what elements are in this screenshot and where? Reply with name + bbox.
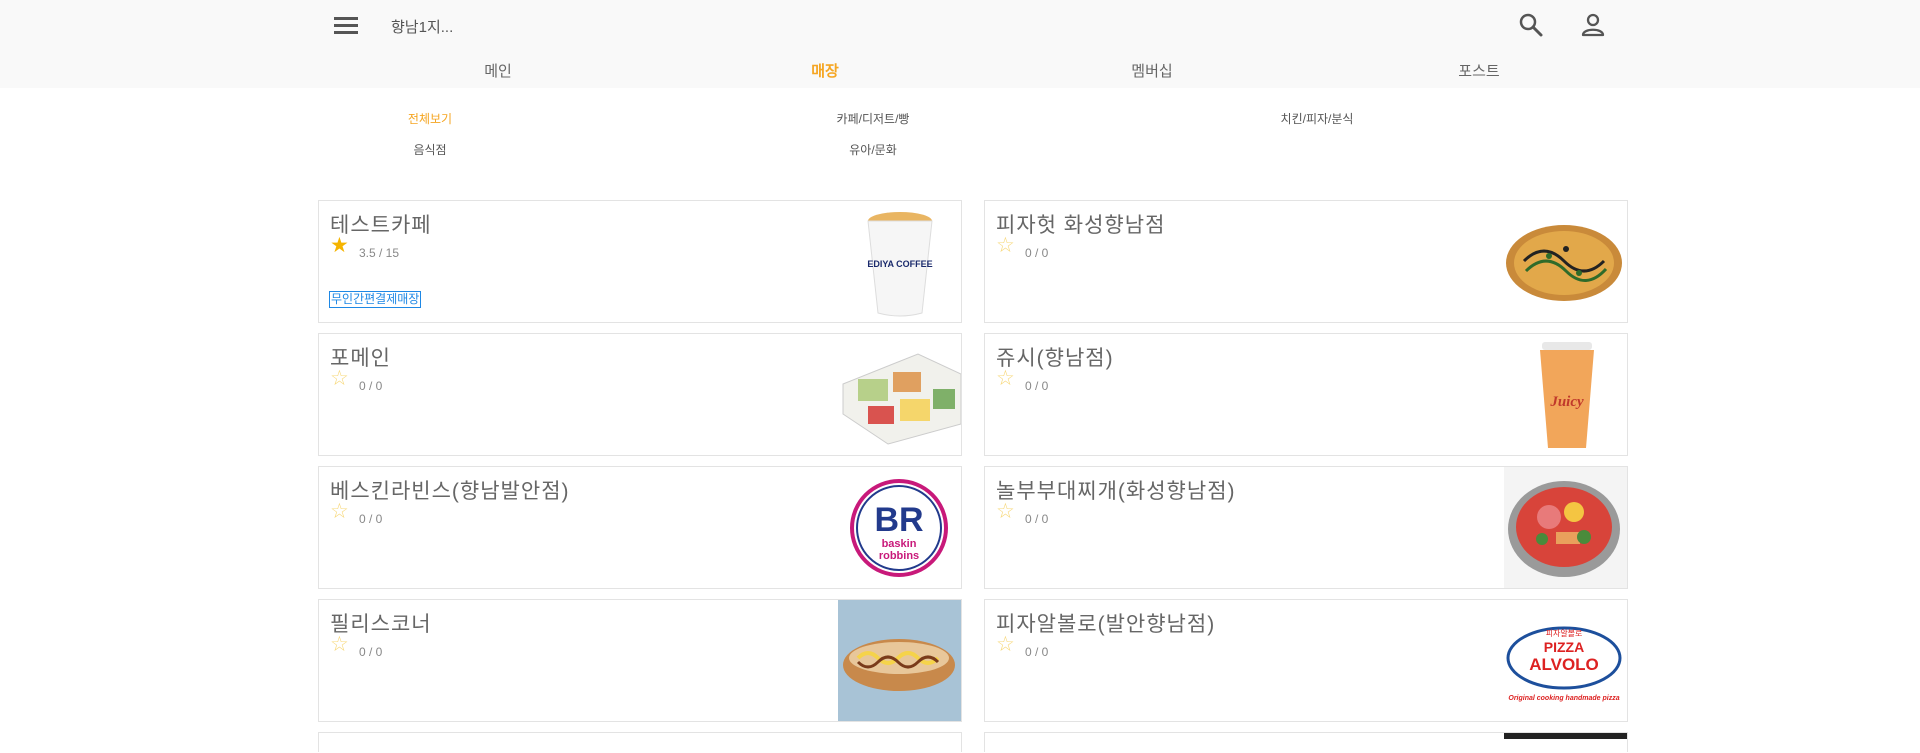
pizza-image xyxy=(1504,201,1627,322)
store-name: 베스킨라빈스(향남발안점) xyxy=(330,480,570,503)
logo-mark-text: BR xyxy=(874,501,923,539)
logo-line2-text: robbins xyxy=(879,550,919,562)
store-thumbnail xyxy=(1504,733,1627,753)
main-tabs: 메인 매장 멤버십 포스트 xyxy=(320,60,1620,88)
star-outline-icon: ☆ xyxy=(996,234,1015,257)
store-name: 피자헛 화성향남점 xyxy=(996,214,1166,237)
star-outline-icon: ☆ xyxy=(996,500,1015,523)
store-rating: 0 / 0 xyxy=(1025,512,1049,526)
food-platter-image xyxy=(838,334,961,455)
store-card[interactable]: 피자알볼로(발안향남점) ☆ 0 / 0 피자알볼로 PIZZA ALVOLO … xyxy=(984,599,1628,722)
store-card[interactable]: 쥬시(향남점) ☆ 0 / 0 Juicy xyxy=(984,333,1628,456)
star-outline-icon: ☆ xyxy=(330,500,349,523)
logo-line1-text: baskin xyxy=(882,538,917,550)
star-outline-icon: ☆ xyxy=(330,633,349,656)
account-icon[interactable] xyxy=(1578,10,1608,40)
store-name: 놀부부대찌개(화성향남점) xyxy=(996,480,1236,503)
store-card[interactable]: 포메인 ☆ 0 / 0 xyxy=(318,333,962,456)
category-filter: 전체보기 카페/디저트/빵 치킨/피자/분식 음식점 유아/문화 xyxy=(320,110,1620,170)
star-outline-icon: ☆ xyxy=(330,367,349,390)
coffee-cup-image: EDIYA COFFEE xyxy=(838,201,961,322)
store-rating: 0 / 0 xyxy=(359,512,383,526)
store-card[interactable]: 놀부부대찌개(화성향남점) ☆ 0 / 0 xyxy=(984,466,1628,589)
store-rating: 0 / 0 xyxy=(359,379,383,393)
menu-icon[interactable] xyxy=(330,12,362,40)
logo-line2-text: ALVOLO xyxy=(1529,655,1599,674)
category-restaurant[interactable]: 음식점 xyxy=(330,141,530,158)
category-all[interactable]: 전체보기 xyxy=(330,110,530,127)
category-chicken-pizza[interactable]: 치킨/피자/분식 xyxy=(1217,110,1417,127)
smoothie-cup-image: Juicy xyxy=(1504,334,1627,455)
store-rating: 0 / 0 xyxy=(1025,379,1049,393)
pizza-alvolo-logo: 피자알볼로 PIZZA ALVOLO Original cooking hand… xyxy=(1504,600,1627,721)
logo-top-text: 피자알볼로 xyxy=(1546,628,1583,638)
store-rating: 3.5 / 15 xyxy=(359,246,400,260)
logo-line1-text: PIZZA xyxy=(1544,639,1584,655)
stew-pot-image xyxy=(1504,467,1627,588)
star-outline-icon: ☆ xyxy=(996,367,1015,390)
store-card[interactable]: 테스트카페 ★ 3.5 / 15 무인간편결제매장 EDIYA COFFEE xyxy=(318,200,962,323)
store-name: 피자알볼로(발안향남점) xyxy=(996,613,1216,636)
store-card[interactable]: 피자헛 화성향남점 ☆ 0 / 0 xyxy=(984,200,1628,323)
cup-brand-text: EDIYA COFFEE xyxy=(867,259,932,269)
store-rating: 0 / 0 xyxy=(359,645,383,659)
store-card[interactable] xyxy=(984,732,1628,752)
category-kids-culture[interactable]: 유아/문화 xyxy=(773,141,973,158)
tab-membership[interactable]: 멤버십 xyxy=(1052,60,1252,81)
store-tag: 무인간편결제매장 xyxy=(329,291,422,308)
tab-post[interactable]: 포스트 xyxy=(1379,60,1579,81)
sandwich-image xyxy=(838,600,961,721)
cup-brand-text: Juicy xyxy=(1549,394,1584,410)
search-icon[interactable] xyxy=(1516,10,1546,40)
tab-main[interactable]: 메인 xyxy=(398,60,598,81)
location-label[interactable]: 향남1지... xyxy=(391,16,453,37)
store-rating: 0 / 0 xyxy=(1025,645,1049,659)
baskin-robbins-logo: BR baskin robbins xyxy=(838,467,961,588)
star-icon: ★ xyxy=(330,234,349,257)
top-header: 향남1지... 메인 매장 멤버십 포스트 xyxy=(0,0,1920,88)
store-card[interactable] xyxy=(318,732,962,752)
store-rating: 0 / 0 xyxy=(1025,246,1049,260)
tab-stores[interactable]: 매장 xyxy=(725,60,925,81)
store-card[interactable]: 필리스코너 ☆ 0 / 0 xyxy=(318,599,962,722)
logo-slogan-text: Original cooking handmade pizza xyxy=(1508,695,1619,702)
star-outline-icon: ☆ xyxy=(996,633,1015,656)
category-cafe[interactable]: 카페/디저트/빵 xyxy=(773,110,973,127)
store-card[interactable]: 베스킨라빈스(향남발안점) ☆ 0 / 0 BR baskin robbins xyxy=(318,466,962,589)
